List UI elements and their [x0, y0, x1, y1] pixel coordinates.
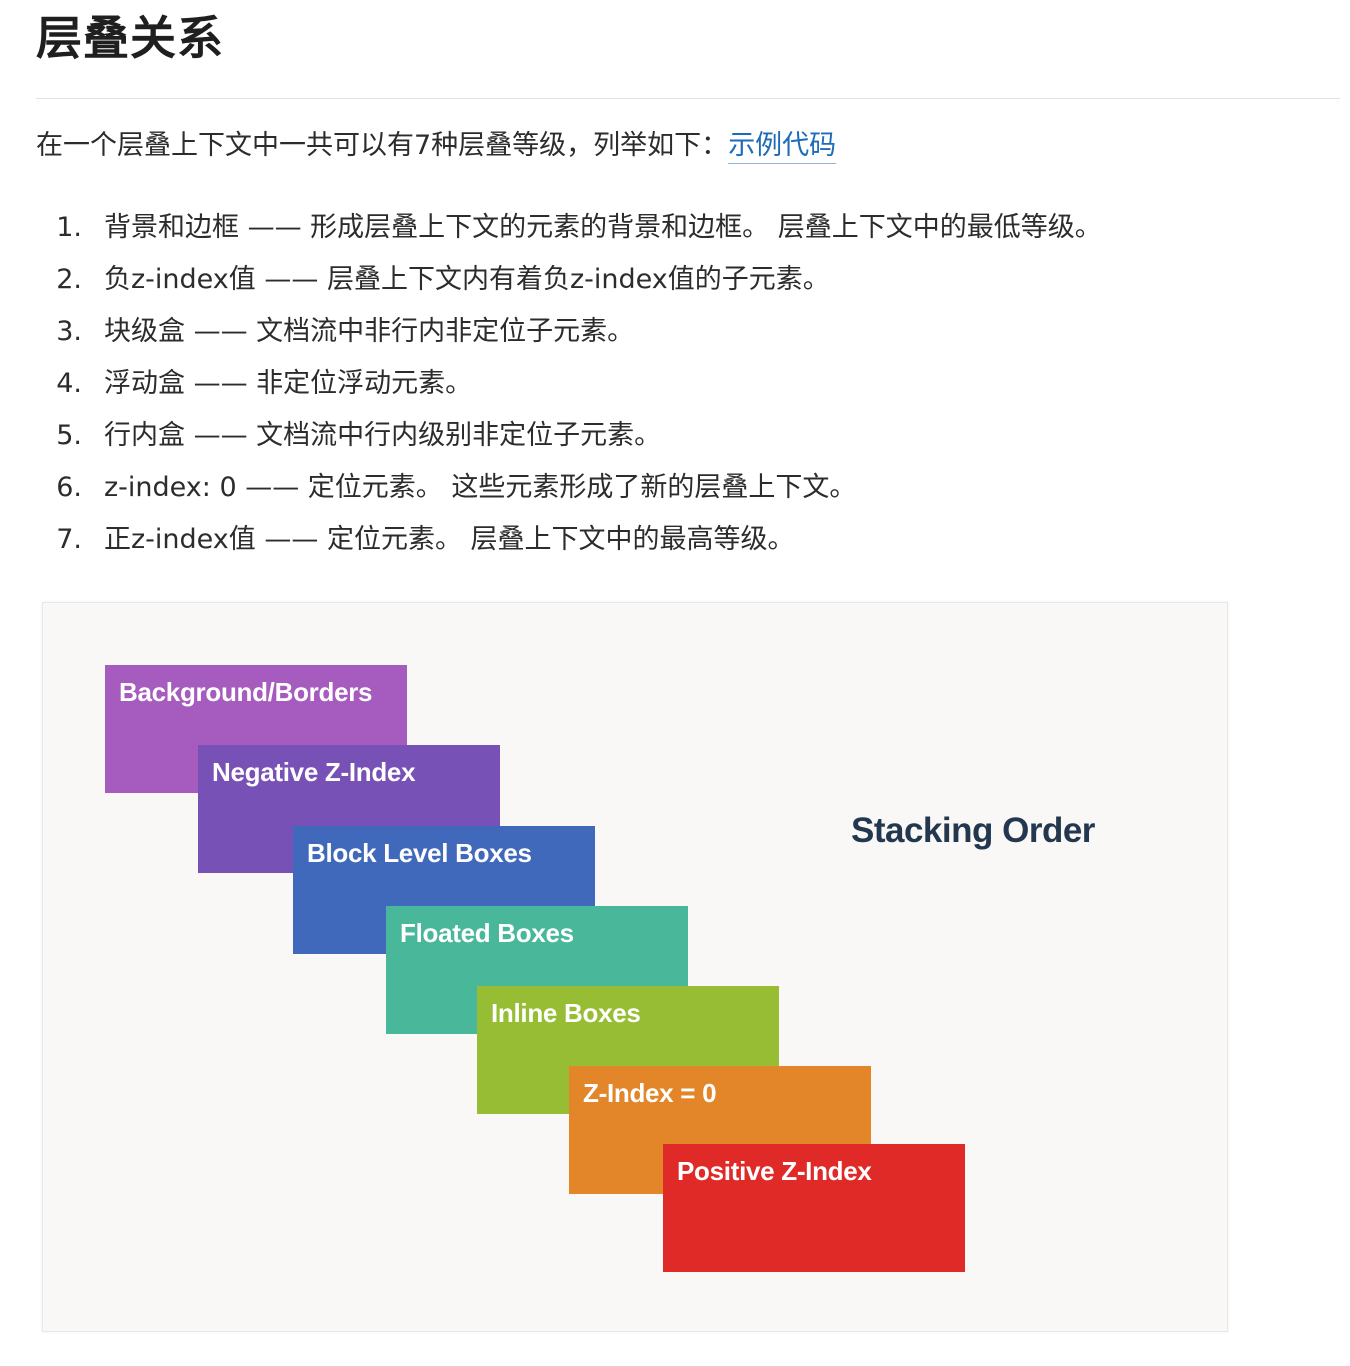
example-code-link[interactable]: 示例代码 [728, 130, 837, 164]
list-item-number: 3. [56, 316, 82, 347]
list-item-number: 5. [56, 420, 82, 451]
list-item: 7. 正z-index值 —— 定位元素。 层叠上下文中的最高等级。 [36, 516, 1102, 568]
list-item: 1. 背景和边框 —— 形成层叠上下文的元素的背景和边框。 层叠上下文中的最低等级… [36, 204, 1102, 256]
list-item-text: 负z-index值 —— 层叠上下文内有着负z-index值的子元素。 [104, 264, 830, 295]
layer-label: Floated Boxes [400, 918, 574, 948]
list-item-text: 背景和边框 —— 形成层叠上下文的元素的背景和边框。 层叠上下文中的最低等级。 [104, 212, 1102, 243]
layer-positive-z-index: Positive Z-Index [663, 1144, 965, 1272]
list-item: 4. 浮动盒 —— 非定位浮动元素。 [36, 360, 1102, 412]
stacking-order-figure: Background/Borders Negative Z-Index Bloc… [42, 602, 1228, 1332]
layer-label: Positive Z-Index [677, 1156, 872, 1186]
intro-text: 在一个层叠上下文中一共可以有7种层叠等级，列举如下： [36, 130, 729, 161]
list-item-text: 行内盒 —— 文档流中行内级别非定位子元素。 [104, 420, 662, 451]
list-item-text: 浮动盒 —— 非定位浮动元素。 [104, 368, 473, 399]
figure-heading: Stacking Order [851, 811, 1095, 850]
layer-label: Inline Boxes [491, 998, 641, 1028]
layer-label: Negative Z-Index [212, 757, 416, 787]
list-item-text: 块级盒 —— 文档流中非行内非定位子元素。 [104, 316, 635, 347]
layer-label: Background/Borders [119, 677, 373, 707]
list-item-number: 7. [56, 524, 82, 555]
layer-label: Block Level Boxes [307, 838, 532, 868]
list-item: 5. 行内盒 —— 文档流中行内级别非定位子元素。 [36, 412, 1102, 464]
title-divider [36, 98, 1340, 99]
list-item: 6. z-index: 0 —— 定位元素。 这些元素形成了新的层叠上下文。 [36, 464, 1102, 516]
list-item-text: 正z-index值 —— 定位元素。 层叠上下文中的最高等级。 [104, 524, 795, 555]
clipped-next-paragraph [36, 1350, 1336, 1366]
list-item-number: 4. [56, 368, 82, 399]
list-item-number: 1. [56, 212, 82, 243]
list-item-number: 6. [56, 472, 82, 503]
layer-label: Z-Index = 0 [583, 1078, 717, 1108]
stacking-levels-list: 1. 背景和边框 —— 形成层叠上下文的元素的背景和边框。 层叠上下文中的最低等级… [36, 204, 1102, 568]
page-title: 层叠关系 [36, 11, 224, 65]
list-item-text: z-index: 0 —— 定位元素。 这些元素形成了新的层叠上下文。 [104, 472, 857, 503]
list-item: 3. 块级盒 —— 文档流中非行内非定位子元素。 [36, 308, 1102, 360]
intro-paragraph: 在一个层叠上下文中一共可以有7种层叠等级，列举如下：示例代码 [36, 124, 837, 168]
list-item: 2. 负z-index值 —— 层叠上下文内有着负z-index值的子元素。 [36, 256, 1102, 308]
list-item-number: 2. [56, 264, 82, 295]
